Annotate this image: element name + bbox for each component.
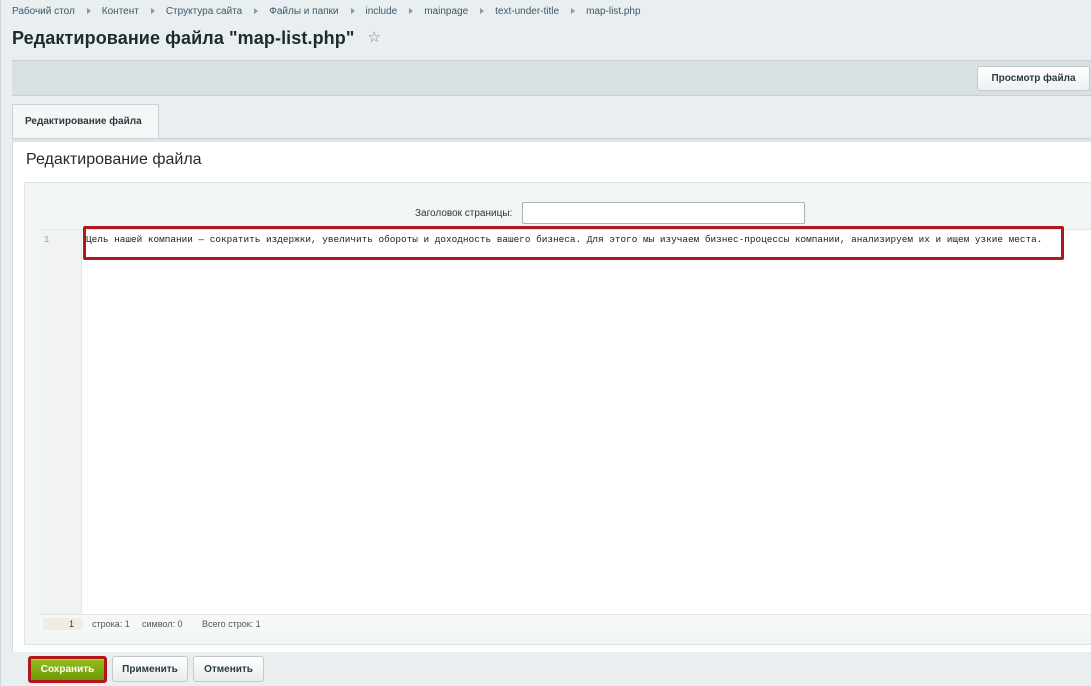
breadcrumb-site-structure[interactable]: Структура сайта: [166, 6, 242, 17]
apply-button[interactable]: Применить: [112, 656, 188, 682]
breadcrumb-separator-icon: [86, 8, 91, 14]
breadcrumb-files-folders[interactable]: Файлы и папки: [269, 6, 338, 17]
toolbar: Просмотр файла: [12, 60, 1091, 96]
tab-edit-file[interactable]: Редактирование файла: [12, 104, 159, 138]
breadcrumb-separator-icon: [254, 8, 259, 14]
status-row: строка: 1: [92, 619, 130, 629]
page-title: Редактирование файла "map-list.php": [12, 27, 355, 48]
highlight-annotation: [83, 226, 1064, 260]
page-heading-label: Заголовок страницы:: [415, 208, 513, 219]
editor-frame: Заголовок страницы: 1 Цель нашей компани…: [24, 182, 1091, 645]
page-heading-input[interactable]: [522, 202, 805, 224]
breadcrumb-text-under-title[interactable]: text-under-title: [495, 6, 559, 17]
panel-heading: Редактирование файла: [26, 151, 202, 168]
title-row: Редактирование файла "map-list.php" ☆: [12, 27, 382, 49]
status-current-line: 1: [43, 618, 82, 630]
breadcrumb-separator-icon: [150, 8, 155, 14]
star-icon[interactable]: ☆: [368, 30, 382, 45]
breadcrumb-separator-icon: [480, 8, 485, 14]
breadcrumb-mainpage[interactable]: mainpage: [424, 6, 468, 17]
breadcrumb-separator-icon: [409, 8, 414, 14]
breadcrumb: Рабочий стол Контент Структура сайта Фай…: [12, 4, 641, 18]
breadcrumb-current-file: map-list.php: [586, 5, 641, 17]
editor-status-bar: 1 строка: 1 символ: 0 Всего строк: 1: [41, 614, 1091, 632]
edit-panel: Редактирование файла Заголовок страницы:…: [12, 142, 1091, 652]
page-left-border: [0, 0, 1, 686]
breadcrumb-include[interactable]: include: [366, 6, 398, 17]
line-number-gutter: 1: [41, 230, 82, 615]
code-editor[interactable]: 1 Цель нашей компании — сократить издерж…: [41, 226, 1091, 615]
breadcrumb-separator-icon: [571, 8, 576, 14]
status-symbol: символ: 0: [142, 619, 183, 629]
breadcrumb-desktop[interactable]: Рабочий стол: [12, 6, 75, 17]
cancel-button[interactable]: Отменить: [193, 656, 264, 682]
line-number: 1: [44, 235, 50, 245]
breadcrumb-content[interactable]: Контент: [102, 6, 139, 17]
breadcrumb-separator-icon: [350, 8, 355, 14]
save-button[interactable]: Сохранить: [28, 656, 107, 683]
status-total-lines: Всего строк: 1: [202, 619, 261, 629]
page-heading-row: Заголовок страницы:: [25, 202, 1091, 226]
view-file-button[interactable]: Просмотр файла: [977, 66, 1090, 91]
